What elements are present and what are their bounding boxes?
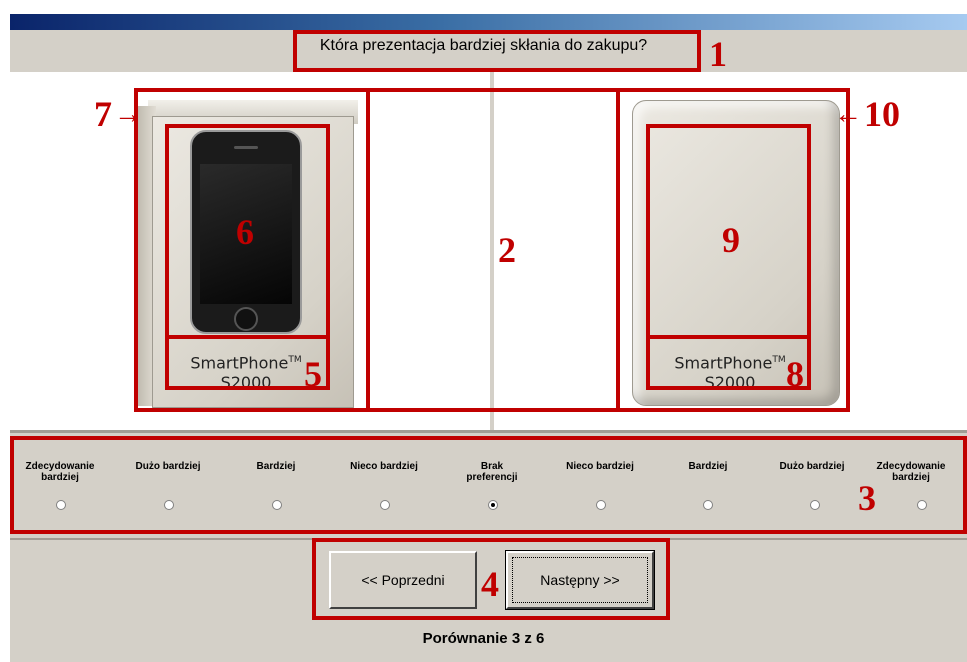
annotation-box-2 [366,88,620,412]
title-bar [10,14,967,30]
annotation-number-4: 4 [481,564,499,604]
annotation-arrow-7: → [114,99,142,130]
annotation-number-9: 9 [722,220,740,260]
annotation-box-3 [10,436,967,534]
comparison-counter: Porównanie 3 z 6 [422,630,545,647]
annotation-number-10: 10 [864,94,900,134]
annotation-number-7: 7 [94,94,112,134]
annotation-number-6: 6 [236,212,254,252]
annotation-number-5: 5 [304,354,322,394]
annotation-arrow-10: ← [834,99,862,130]
annotation-number-2: 2 [498,230,516,270]
annotation-number-1: 1 [709,34,727,74]
annotation-number-3: 3 [858,478,876,518]
annotation-box-1 [293,30,701,72]
annotation-number-8: 8 [786,354,804,394]
